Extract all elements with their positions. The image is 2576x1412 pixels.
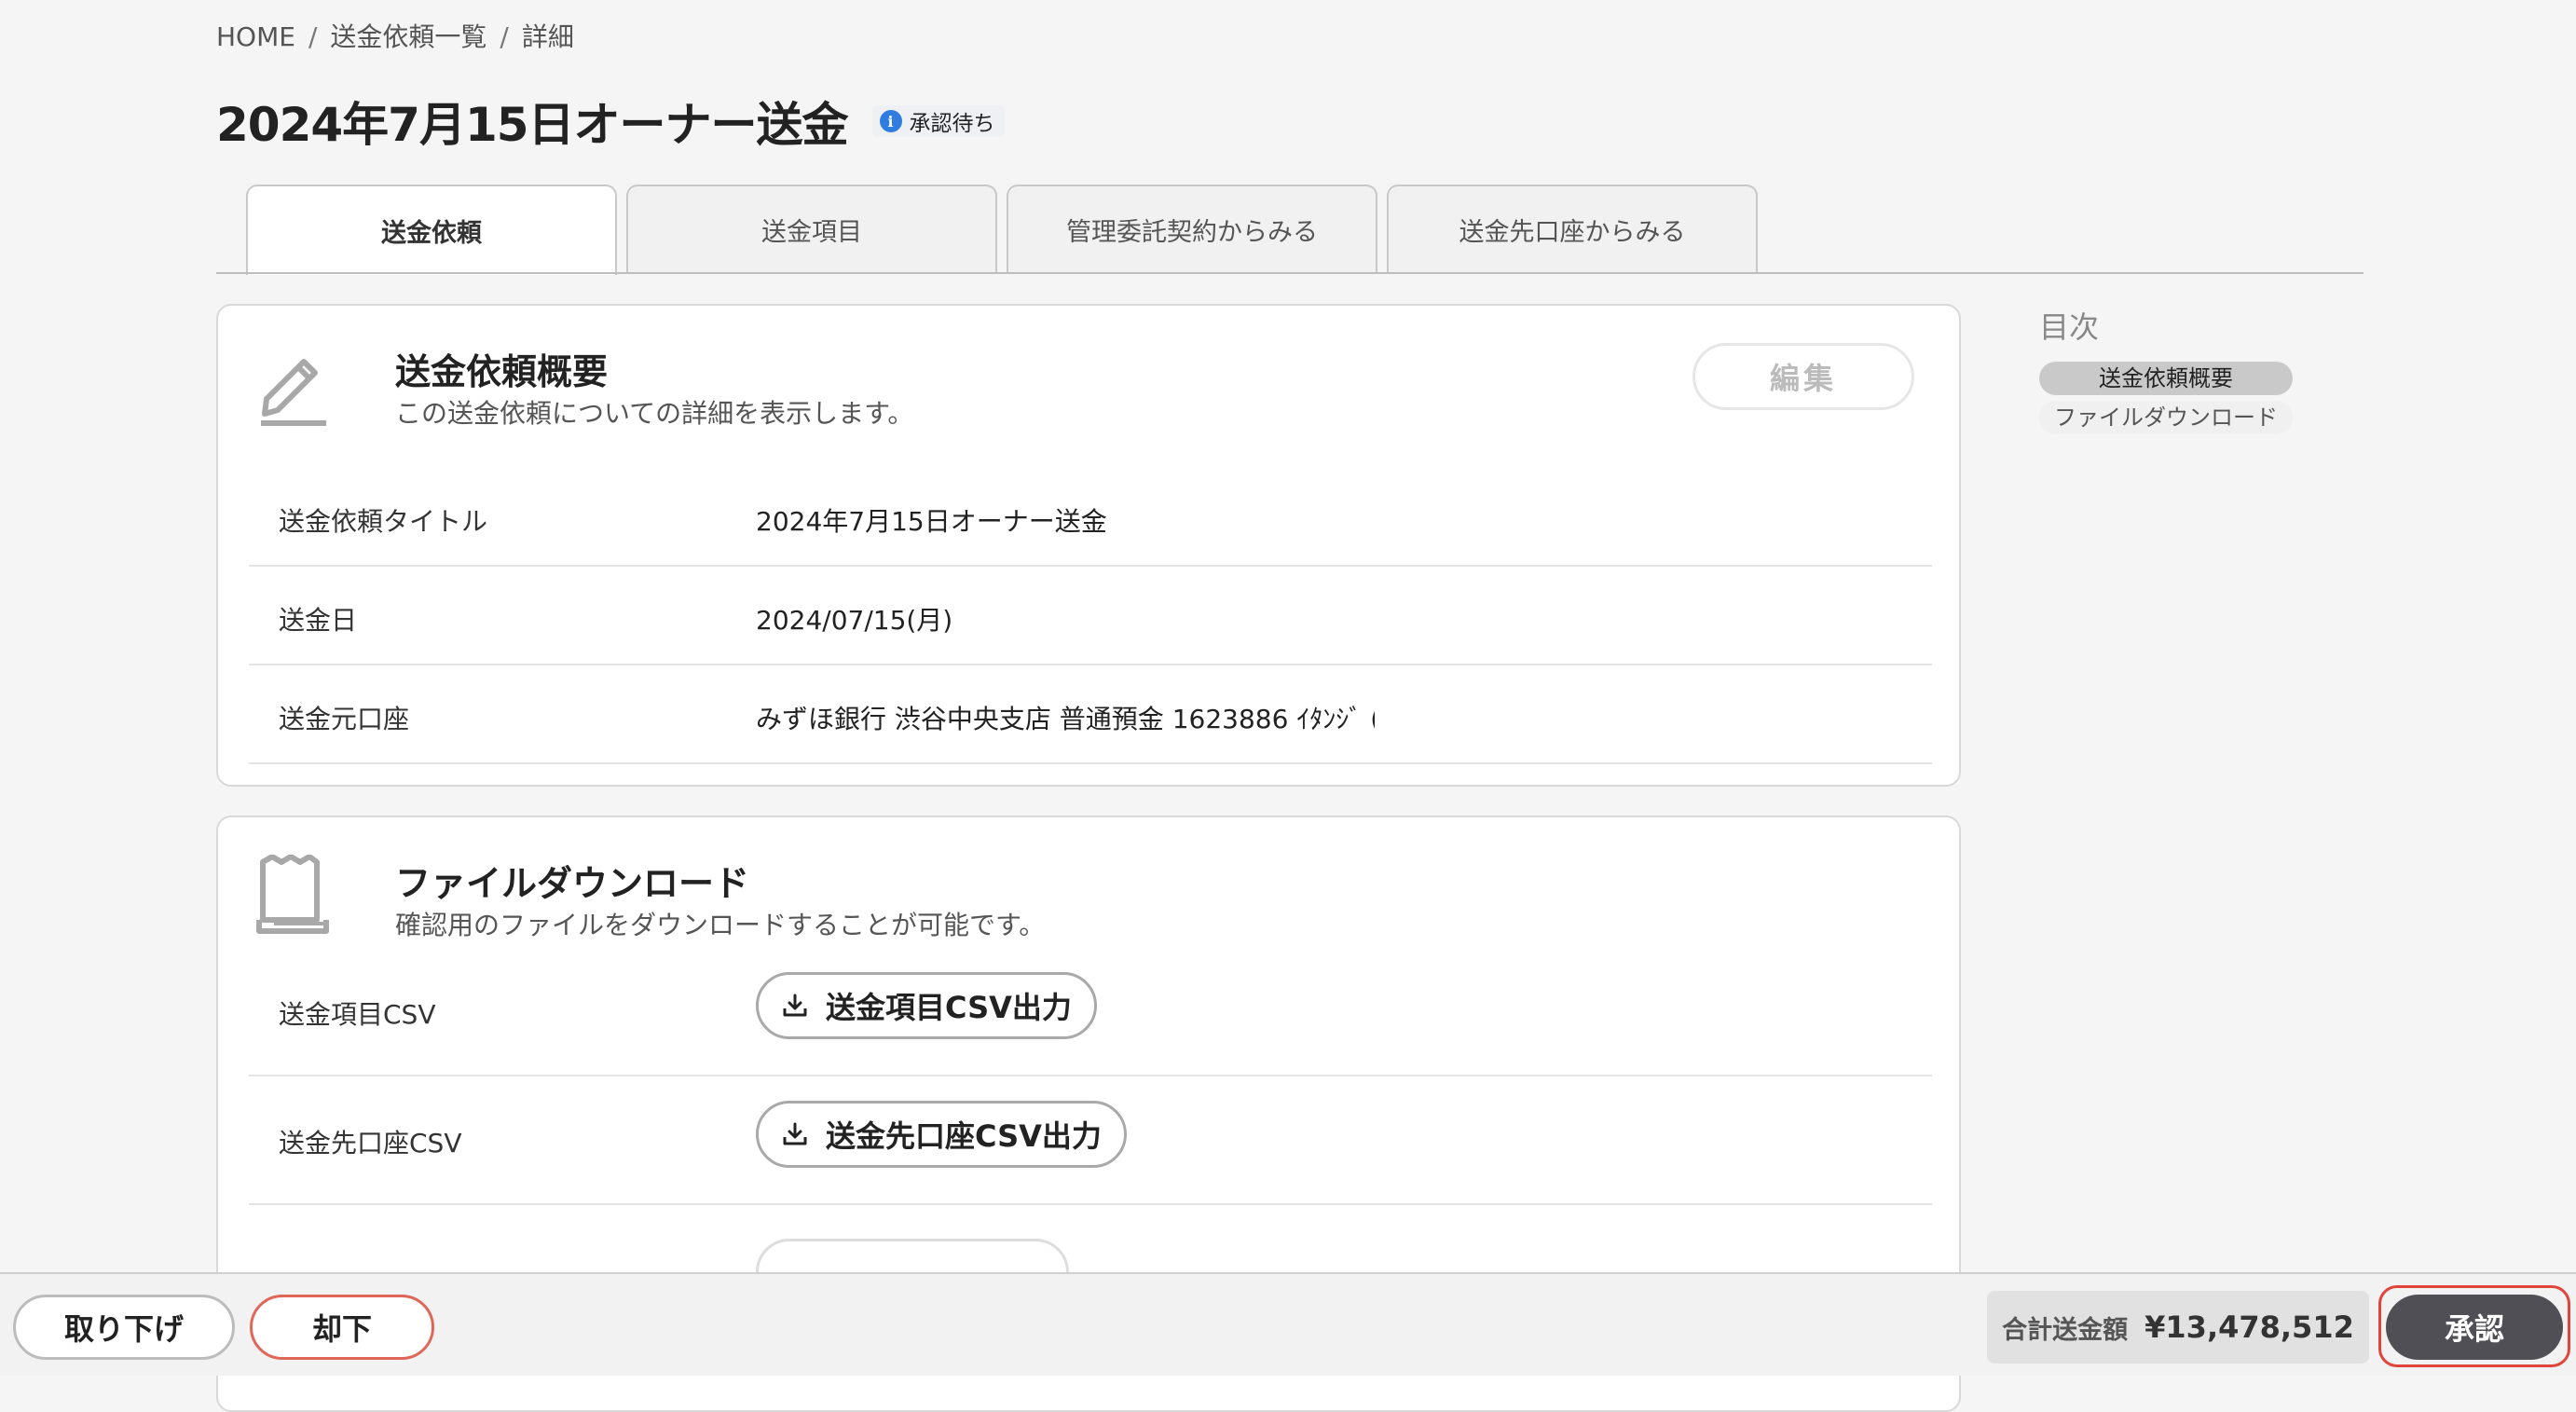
- withdraw-button[interactable]: 取り下げ: [13, 1295, 235, 1360]
- breadcrumb-home[interactable]: HOME: [216, 21, 295, 52]
- summary-rows: 送金依頼タイトル 2024年7月15日オーナー送金 送金日 2024/07/15…: [249, 468, 1932, 764]
- breadcrumb: HOME / 送金依頼一覧 / 詳細: [216, 17, 574, 54]
- toc-item-summary[interactable]: 送金依頼概要: [2039, 362, 2293, 395]
- tab-management-contract[interactable]: 管理委託契約からみる: [1007, 185, 1377, 273]
- reject-button[interactable]: 却下: [250, 1295, 434, 1360]
- breadcrumb-separator: /: [500, 21, 509, 52]
- download-icon: [783, 1122, 807, 1145]
- toc-title: 目次: [2039, 309, 2100, 345]
- row-value: みずほ銀行 渋谷中央支店 普通預金 1623886 ｲﾀﾝｼﾞ (ｶ: [756, 704, 1375, 734]
- summary-card: 送金依頼概要 この送金依頼についての詳細を表示します。 編集 送金依頼タイトル …: [216, 304, 1961, 787]
- breadcrumb-remittance-list[interactable]: 送金依頼一覧: [330, 17, 486, 54]
- download-title: ファイルダウンロード: [395, 863, 750, 904]
- page-title: 2024年7月15日オーナー送金: [216, 98, 849, 152]
- table-of-contents: 目次 送金依頼概要 ファイルダウンロード: [2039, 304, 2293, 434]
- row-label: 送金先口座CSV: [279, 1128, 462, 1158]
- download-row-items-csv: 送金項目CSV 送金項目CSV出力: [249, 948, 1932, 1076]
- total-amount-label: 合計送金額: [2002, 1315, 2129, 1345]
- tab-destination-account[interactable]: 送金先口座からみる: [1387, 185, 1758, 273]
- summary-row-title: 送金依頼タイトル 2024年7月15日オーナー送金: [249, 468, 1932, 567]
- row-value: 2024年7月15日オーナー送金: [756, 506, 1107, 537]
- download-row-accounts-csv: 送金先口座CSV 送金先口座CSV出力: [249, 1076, 1932, 1205]
- status-badge-text: 承認待ち: [909, 112, 995, 136]
- row-label: 送金依頼タイトル: [279, 506, 488, 537]
- document-icon: [256, 855, 329, 934]
- toc-item-download[interactable]: ファイルダウンロード: [2039, 401, 2293, 434]
- download-description: 確認用のファイルをダウンロードすることが可能です。: [395, 910, 1046, 940]
- title-row: 2024年7月15日オーナー送金 i 承認待ち: [216, 89, 1005, 154]
- button-label: 送金先口座CSV出力: [826, 1118, 1102, 1154]
- tab-remittance-items[interactable]: 送金項目: [626, 185, 997, 273]
- row-label: 送金項目CSV: [279, 999, 436, 1030]
- export-accounts-csv-button[interactable]: 送金先口座CSV出力: [756, 1101, 1127, 1168]
- button-label: 送金項目CSV出力: [826, 990, 1072, 1025]
- tab-bar: 送金依頼 送金項目 管理委託契約からみる 送金先口座からみる: [246, 185, 1767, 275]
- tab-remittance-request[interactable]: 送金依頼: [246, 185, 617, 275]
- summary-title: 送金依頼概要: [395, 351, 609, 392]
- info-icon: i: [879, 110, 902, 132]
- summary-row-source-account: 送金元口座 みずほ銀行 渋谷中央支店 普通預金 1623886 ｲﾀﾝｼﾞ (ｶ: [249, 665, 1932, 764]
- approve-button[interactable]: 承認: [2386, 1295, 2563, 1360]
- edit-button[interactable]: 編集: [1692, 343, 1914, 410]
- pencil-icon: [261, 359, 326, 426]
- download-card-header: ファイルダウンロード 確認用のファイルをダウンロードすることが可能です。: [255, 855, 1914, 957]
- breadcrumb-current: 詳細: [521, 21, 574, 52]
- total-amount: 合計送金額 ¥13,478,512: [1987, 1291, 2369, 1364]
- row-label: 送金元口座: [279, 704, 410, 734]
- download-icon: [783, 994, 807, 1017]
- export-items-csv-button[interactable]: 送金項目CSV出力: [756, 972, 1097, 1039]
- summary-row-date: 送金日 2024/07/15(月): [249, 567, 1932, 665]
- status-badge: i 承認待ち: [871, 105, 1005, 137]
- footer-action-bar: 取り下げ 却下 合計送金額 ¥13,478,512 承認: [0, 1272, 2576, 1376]
- tab-divider: [216, 272, 2364, 274]
- total-amount-value: ¥13,478,512: [2144, 1309, 2354, 1345]
- breadcrumb-separator: /: [308, 21, 318, 52]
- row-label: 送金日: [279, 605, 358, 636]
- row-value: 2024/07/15(月): [756, 605, 953, 636]
- summary-card-header: 送金依頼概要 この送金依頼についての詳細を表示します。 編集: [255, 343, 1914, 446]
- summary-description: この送金依頼についての詳細を表示します。: [395, 398, 914, 429]
